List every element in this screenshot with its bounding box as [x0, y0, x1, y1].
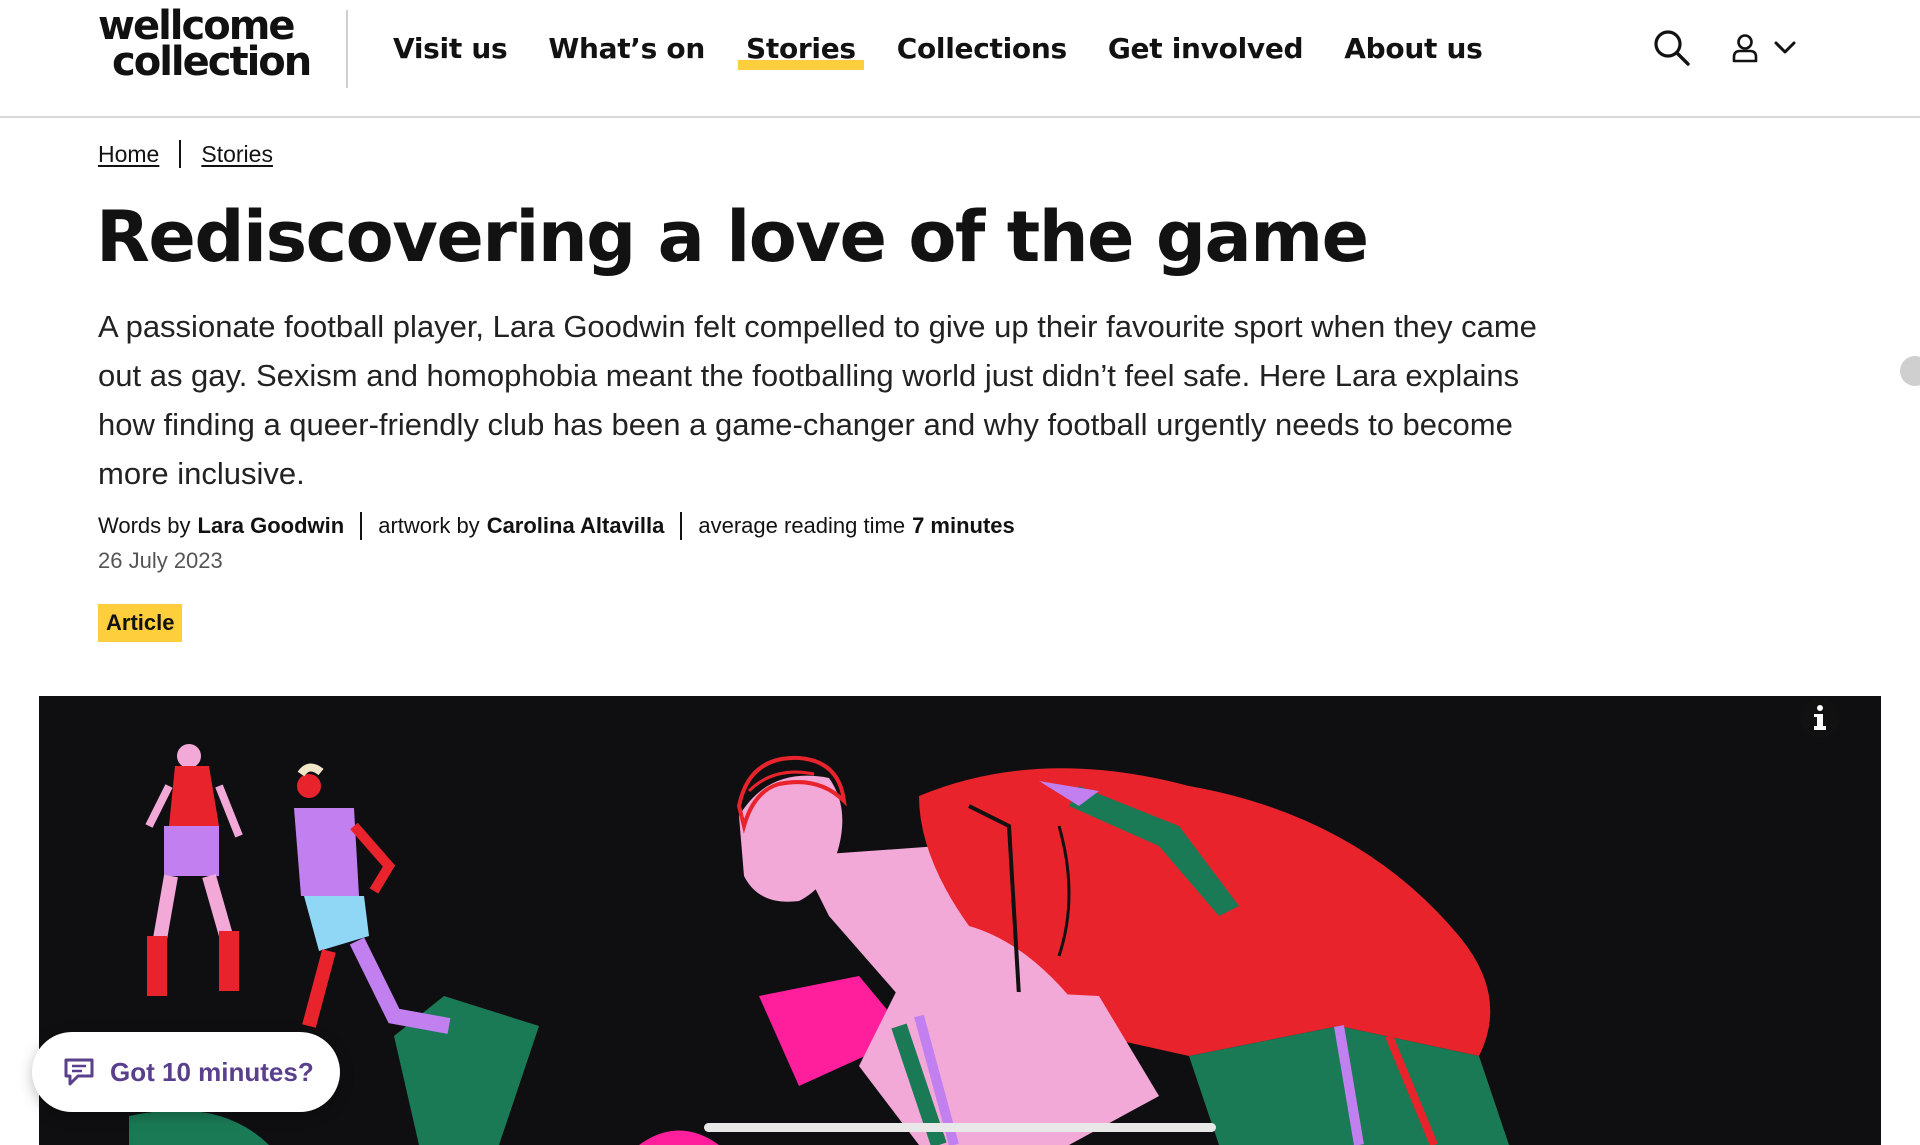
byline-separator [360, 512, 363, 540]
image-info-button[interactable] [1800, 698, 1840, 738]
logo-line-2: collection [112, 39, 312, 85]
byline-separator [680, 512, 683, 540]
byline-words-author: Lara Goodwin [197, 513, 345, 538]
article-date: 26 July 2023 [98, 548, 223, 573]
search-icon[interactable] [1652, 28, 1692, 68]
chat-bubble-icon [64, 1058, 94, 1086]
got-10-minutes-label: Got 10 minutes? [110, 1056, 314, 1087]
breadcrumb-separator [179, 140, 182, 168]
byline-artwork-author: Carolina Altavilla [486, 513, 665, 538]
site-header: wellcome collection Visit us What’s on S… [0, 0, 1920, 118]
main-nav: Visit us What’s on Stories Collections G… [393, 30, 1523, 70]
page-title: Rediscovering a love of the game [96, 196, 1369, 278]
account-menu-button[interactable] [1732, 28, 1804, 68]
byline-reading-time: 7 minutes [912, 513, 1015, 538]
breadcrumb-stories[interactable]: Stories [201, 141, 273, 168]
home-indicator[interactable] [704, 1123, 1216, 1132]
user-icon [1732, 34, 1758, 63]
nav-whats-on[interactable]: What’s on [548, 30, 705, 68]
article-byline: Words by Lara Goodwin artwork by Carolin… [98, 512, 1015, 540]
chevron-down-icon [1774, 41, 1796, 54]
nav-about-us[interactable]: About us [1344, 30, 1483, 68]
content-type-tag: Article [98, 604, 183, 642]
info-icon [1814, 705, 1826, 730]
logo-divider [346, 10, 348, 88]
nav-stories[interactable]: Stories [738, 30, 864, 70]
breadcrumb: Home Stories [98, 140, 273, 168]
got-10-minutes-button[interactable]: Got 10 minutes? [32, 1032, 340, 1112]
nav-collections[interactable]: Collections [897, 30, 1067, 68]
nav-visit-us[interactable]: Visit us [393, 30, 508, 68]
scroll-handle[interactable] [1900, 356, 1920, 386]
breadcrumb-home[interactable]: Home [98, 141, 159, 168]
nav-get-involved[interactable]: Get involved [1108, 30, 1304, 68]
byline-reading-prefix: average reading time [698, 513, 906, 538]
wellcome-collection-logo[interactable]: wellcome collection [98, 6, 312, 85]
byline-words-prefix: Words by [98, 513, 191, 538]
byline-artwork-prefix: artwork by [378, 513, 480, 538]
article-standfirst: A passionate football player, Lara Goodw… [98, 309, 1537, 491]
